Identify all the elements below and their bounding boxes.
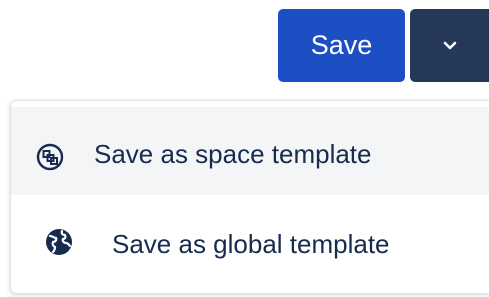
menu-item-save-as-global-template[interactable]: Save as global template bbox=[11, 197, 489, 289]
menu-item-label: Save as space template bbox=[94, 139, 372, 169]
save-options-menu: Save as space template Save as global te… bbox=[10, 100, 489, 294]
chevron-down-icon bbox=[443, 41, 457, 51]
page: Save Save as space template Save as glob… bbox=[0, 0, 489, 297]
save-options-dropdown-button[interactable] bbox=[410, 9, 489, 82]
save-button-label: Save bbox=[310, 30, 373, 60]
save-button[interactable]: Save bbox=[278, 9, 405, 82]
menu-item-label: Save as global template bbox=[112, 229, 390, 259]
space-template-icon bbox=[35, 142, 65, 179]
menu-item-save-as-space-template[interactable]: Save as space template bbox=[11, 107, 489, 195]
globe-icon bbox=[44, 227, 74, 264]
